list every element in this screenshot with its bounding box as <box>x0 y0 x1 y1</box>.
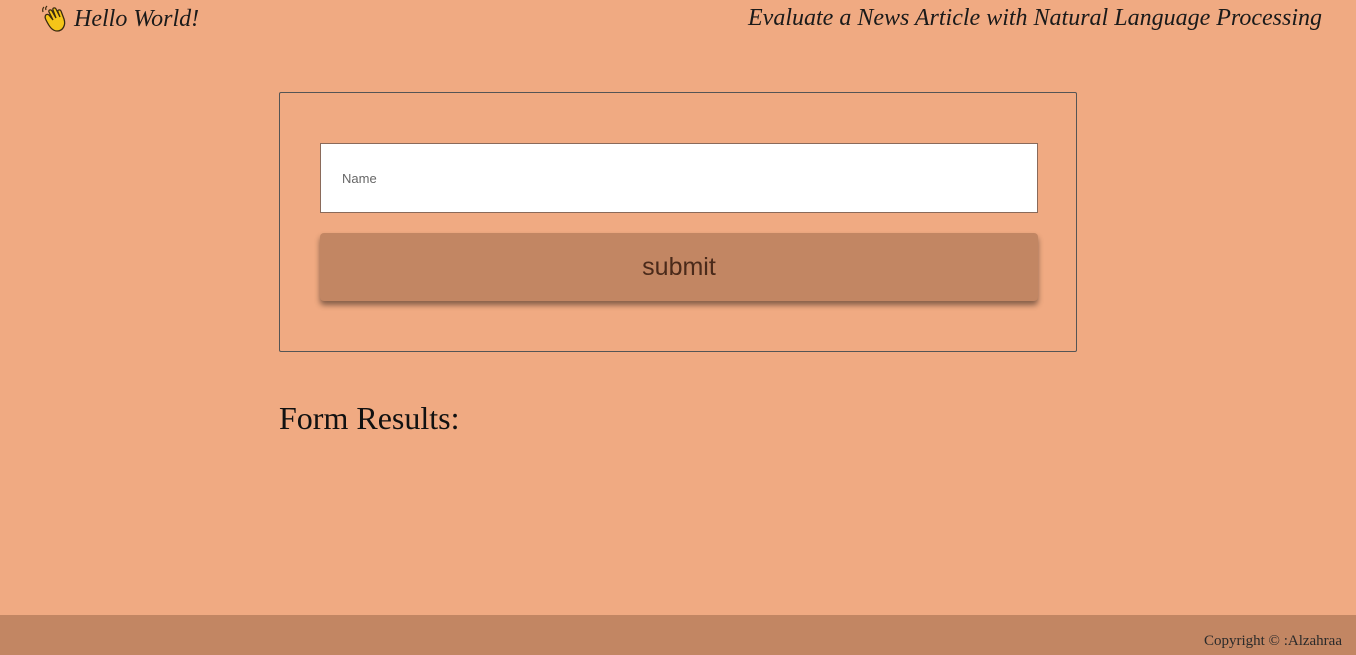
name-input[interactable] <box>320 143 1038 213</box>
page-tagline: Evaluate a News Article with Natural Lan… <box>748 5 1322 31</box>
submit-button[interactable]: submit <box>320 233 1038 301</box>
header: Hello World! Evaluate a News Article wit… <box>0 0 1356 40</box>
results-title: Form Results: <box>279 400 460 436</box>
footer: Copyright © :Alzahraa <box>0 615 1356 655</box>
brand: Hello World! <box>40 4 199 34</box>
copyright-text: Copyright © :Alzahraa <box>1203 633 1342 649</box>
article-form: submit <box>279 92 1077 352</box>
brand-text: Hello World! <box>74 5 200 32</box>
page: Hello World! Evaluate a News Article wit… <box>0 0 1356 655</box>
waving-hand-icon <box>40 4 70 34</box>
